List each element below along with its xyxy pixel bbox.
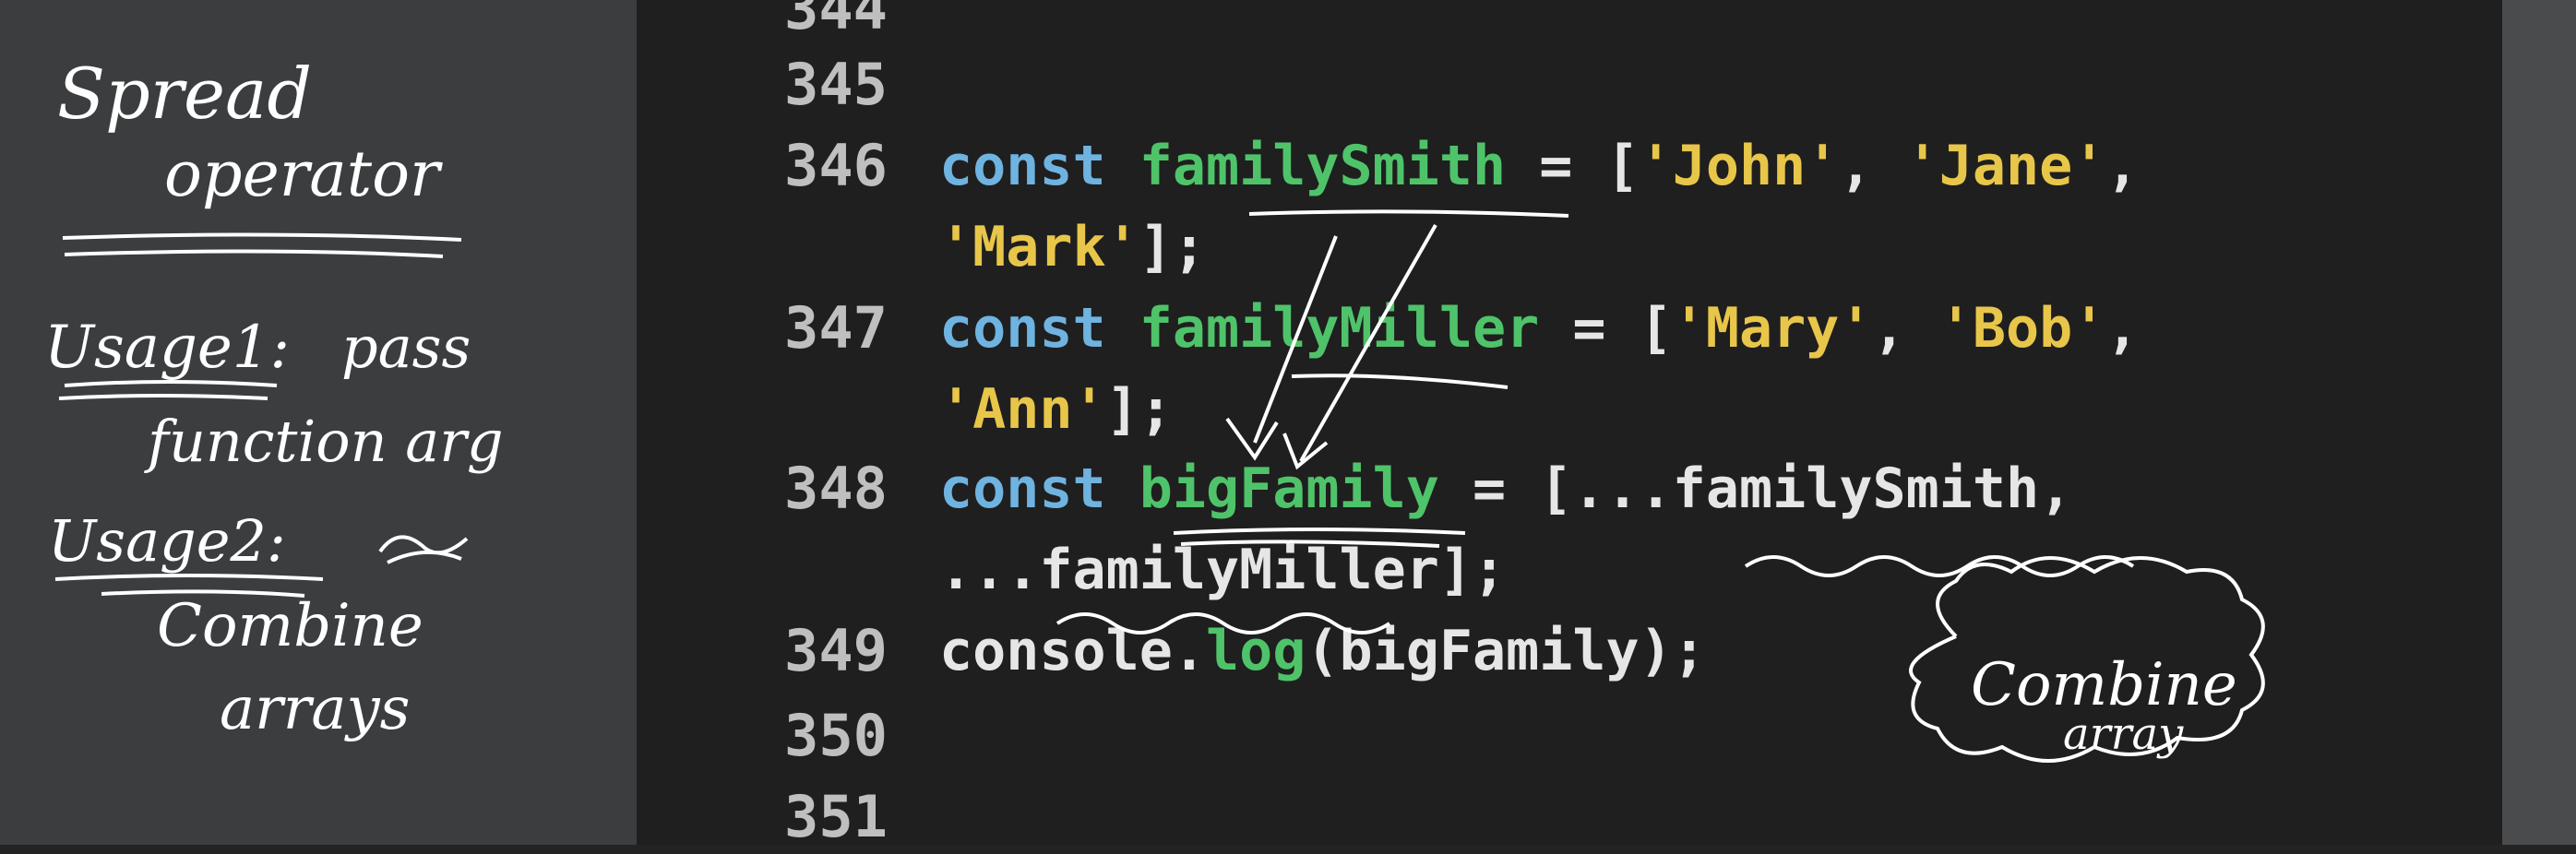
string-literal: 'Jane' <box>1905 134 2106 198</box>
function-name: log <box>1205 619 1306 683</box>
line-number: 349 <box>784 617 888 684</box>
code-text: = [...familySmith, <box>1438 457 2073 521</box>
code-text: , <box>1872 296 1939 361</box>
notes-panel <box>0 0 637 845</box>
code-line-348-wrap[interactable]: ...familyMiller]; <box>939 533 1506 607</box>
keyword: const <box>939 134 1106 198</box>
string-literal: 'John' <box>1639 134 1840 198</box>
line-number: 350 <box>784 702 888 769</box>
code-text: , <box>2105 134 2140 198</box>
code-editor[interactable]: 344 345 346 347 348 349 350 351 const fa… <box>637 0 2502 850</box>
line-number: 344 <box>784 0 888 42</box>
code-line-349[interactable]: console.log(bigFamily); <box>939 614 1706 688</box>
code-text: ]; <box>1139 215 1206 279</box>
line-number: 346 <box>784 132 888 199</box>
code-line-348[interactable]: const bigFamily = [...familySmith, <box>939 452 2072 526</box>
code-text: ...familyMiller]; <box>939 538 1507 602</box>
code-text: ]; <box>1105 377 1173 442</box>
line-number: 351 <box>784 783 888 850</box>
identifier: bigFamily <box>1139 457 1439 521</box>
string-literal: 'Mary' <box>1672 296 1873 361</box>
code-line-347[interactable]: const familyMiller = ['Mary', 'Bob', <box>939 291 2139 365</box>
identifier: familyMiller <box>1139 296 1540 361</box>
identifier: familySmith <box>1139 134 1507 198</box>
code-text: , <box>2105 296 2140 361</box>
keyword: const <box>939 457 1106 521</box>
string-literal: 'Bob' <box>1938 296 2106 361</box>
scroll-gutter[interactable] <box>2502 0 2576 845</box>
string-literal: 'Ann' <box>939 377 1106 442</box>
code-text: console. <box>939 619 1206 683</box>
code-line-346-wrap[interactable]: 'Mark']; <box>939 210 1206 284</box>
code-line-347-wrap[interactable]: 'Ann']; <box>939 373 1173 446</box>
code-text: (bigFamily); <box>1306 619 1706 683</box>
line-number: 347 <box>784 294 888 362</box>
line-number: 348 <box>784 455 888 522</box>
code-text: , <box>1839 134 1906 198</box>
string-literal: 'Mark' <box>939 215 1139 279</box>
code-text: = [ <box>1539 296 1673 361</box>
code-text: = [ <box>1506 134 1640 198</box>
code-line-346[interactable]: const familySmith = ['John', 'Jane', <box>939 129 2139 203</box>
keyword: const <box>939 296 1106 361</box>
line-number: 345 <box>784 51 888 118</box>
